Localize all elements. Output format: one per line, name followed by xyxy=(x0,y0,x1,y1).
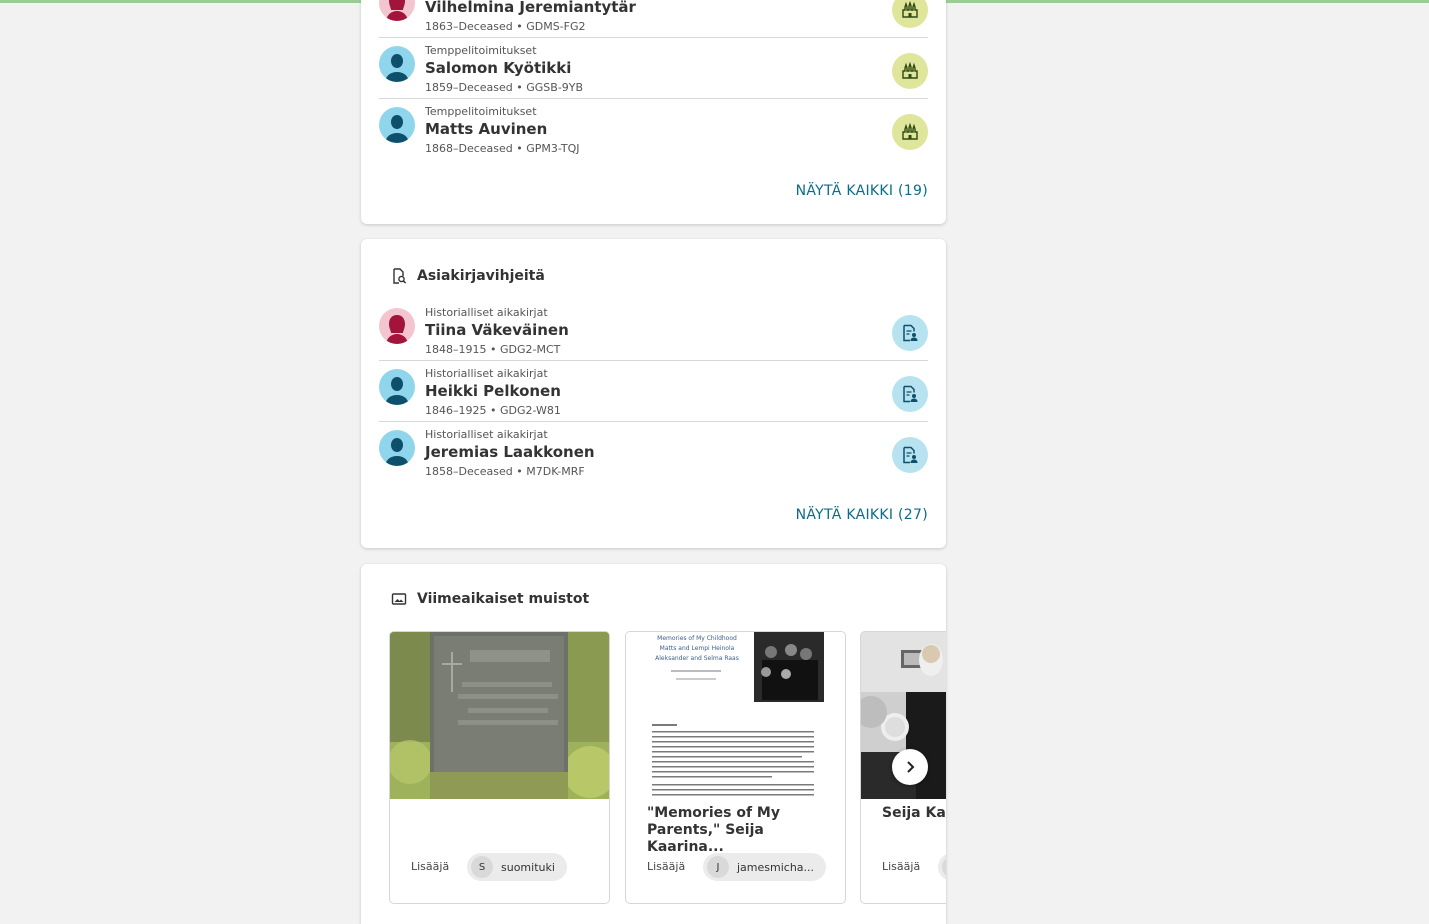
male-avatar-icon xyxy=(379,46,415,82)
person-lifespan-id: 1859–Deceased • GGSB-9YB xyxy=(425,81,584,94)
person-name[interactable]: Salomon Kyötikki xyxy=(425,59,571,77)
row-divider xyxy=(379,421,928,422)
row-divider xyxy=(379,37,928,38)
person-lifespan-id: 1863–Deceased • GDMS-FG2 xyxy=(425,20,586,33)
memory-card[interactable]: Memories of My Childhood Matts and Lempi… xyxy=(625,631,846,904)
gravestone-photo[interactable] xyxy=(390,632,609,799)
memory-title[interactable]: "Memories of My Parents," Seija Kaarina.… xyxy=(647,805,827,856)
female-avatar-icon xyxy=(379,0,415,21)
person-name[interactable]: Vilhelmina Jeremiantytär xyxy=(425,0,636,16)
contributor-initial: S xyxy=(471,856,493,878)
image-icon xyxy=(391,593,407,605)
memories-header: Viimeaikaiset muistot xyxy=(391,591,589,607)
row-divider xyxy=(379,360,928,361)
row-divider xyxy=(379,98,928,99)
document-thumbnail[interactable]: Memories of My Childhood Matts and Lempi… xyxy=(626,632,845,799)
temple-icon xyxy=(902,123,918,140)
person-row[interactable]: Temppelitoimitukset Salomon Kyötikki 185… xyxy=(379,39,928,99)
person-name[interactable]: Tiina Väkeväinen xyxy=(425,321,569,339)
temple-icon xyxy=(902,1,918,18)
contributor-name: suomituki xyxy=(501,860,555,874)
temple-ordinances-card: Vilhelmina Jeremiantytär 1863–Deceased •… xyxy=(361,0,946,224)
section-title: Viimeaikaiset muistot xyxy=(417,591,590,607)
female-avatar-icon xyxy=(379,308,415,344)
contributor-initial: J xyxy=(707,856,729,878)
person-name[interactable]: Matts Auvinen xyxy=(425,120,547,138)
show-all-temple-link[interactable]: NÄYTÄ KAIKKI (19) xyxy=(796,183,928,199)
temple-icon xyxy=(902,62,918,79)
memory-title[interactable]: Seija Kaa with pare xyxy=(882,805,946,822)
show-all-records-link[interactable]: NÄYTÄ KAIKKI (27) xyxy=(796,507,928,523)
person-row[interactable]: Temppelitoimitukset Matts Auvinen 1868–D… xyxy=(379,100,928,160)
chevron-right-icon xyxy=(907,761,915,773)
record-hint-button[interactable] xyxy=(892,437,928,473)
person-name[interactable]: Jeremias Laakkonen xyxy=(425,443,595,461)
temple-button[interactable] xyxy=(892,53,928,89)
added-by-label: Lisääjä xyxy=(411,860,450,873)
temple-button[interactable] xyxy=(892,114,928,150)
person-row[interactable]: Vilhelmina Jeremiantytär 1863–Deceased •… xyxy=(379,0,928,38)
record-hints-card: Asiakirjavihjeitä Historialliset aikakir… xyxy=(361,239,946,548)
male-avatar-icon xyxy=(379,369,415,405)
record-search-icon xyxy=(393,268,407,284)
contributor-chip[interactable]: S suomituki xyxy=(467,853,567,881)
record-hint-icon xyxy=(903,385,918,403)
contributor-chip[interactable] xyxy=(938,853,946,881)
record-source: Historialliset aikakirjat xyxy=(425,367,548,380)
temple-button[interactable] xyxy=(892,0,928,28)
added-by-label: Lisääjä xyxy=(647,860,686,873)
person-lifespan-id: 1868–Deceased • GPM3-TQJ xyxy=(425,142,580,155)
record-hints-header: Asiakirjavihjeitä xyxy=(391,268,545,284)
record-hint-button[interactable] xyxy=(892,376,928,412)
ordinance-type: Temppelitoimitukset xyxy=(425,105,537,118)
added-by-label: Lisääjä xyxy=(882,860,921,873)
record-hint-icon xyxy=(903,446,918,464)
contributor-initial xyxy=(942,856,946,878)
contributor-chip[interactable]: J jamesmicha... xyxy=(703,853,827,881)
person-row[interactable]: Historialliset aikakirjat Heikki Pelkone… xyxy=(379,362,928,422)
person-row[interactable]: Historialliset aikakirjat Jeremias Laakk… xyxy=(379,423,928,483)
person-lifespan-id: 1846–1925 • GDG2-W81 xyxy=(425,404,561,417)
person-row[interactable]: Historialliset aikakirjat Tiina Väkeväin… xyxy=(379,301,928,361)
male-avatar-icon xyxy=(379,430,415,466)
male-avatar-icon xyxy=(379,107,415,143)
record-hint-button[interactable] xyxy=(892,315,928,351)
record-source: Historialliset aikakirjat xyxy=(425,428,548,441)
ordinance-type: Temppelitoimitukset xyxy=(425,44,537,57)
carousel-next-button[interactable] xyxy=(892,749,928,785)
person-lifespan-id: 1858–Deceased • M7DK-MRF xyxy=(425,465,585,478)
contributor-name: jamesmicha... xyxy=(737,860,815,874)
record-hint-icon xyxy=(903,324,918,342)
person-name[interactable]: Heikki Pelkonen xyxy=(425,382,561,400)
person-lifespan-id: 1848–1915 • GDG2-MCT xyxy=(425,343,561,356)
record-source: Historialliset aikakirjat xyxy=(425,306,548,319)
memory-card[interactable]: Lisääjä S suomituki xyxy=(389,631,610,904)
recent-memories-card: Viimeaikaiset muistot Lisääjä S suomituk… xyxy=(361,564,946,924)
section-title: Asiakirjavihjeitä xyxy=(417,268,545,284)
